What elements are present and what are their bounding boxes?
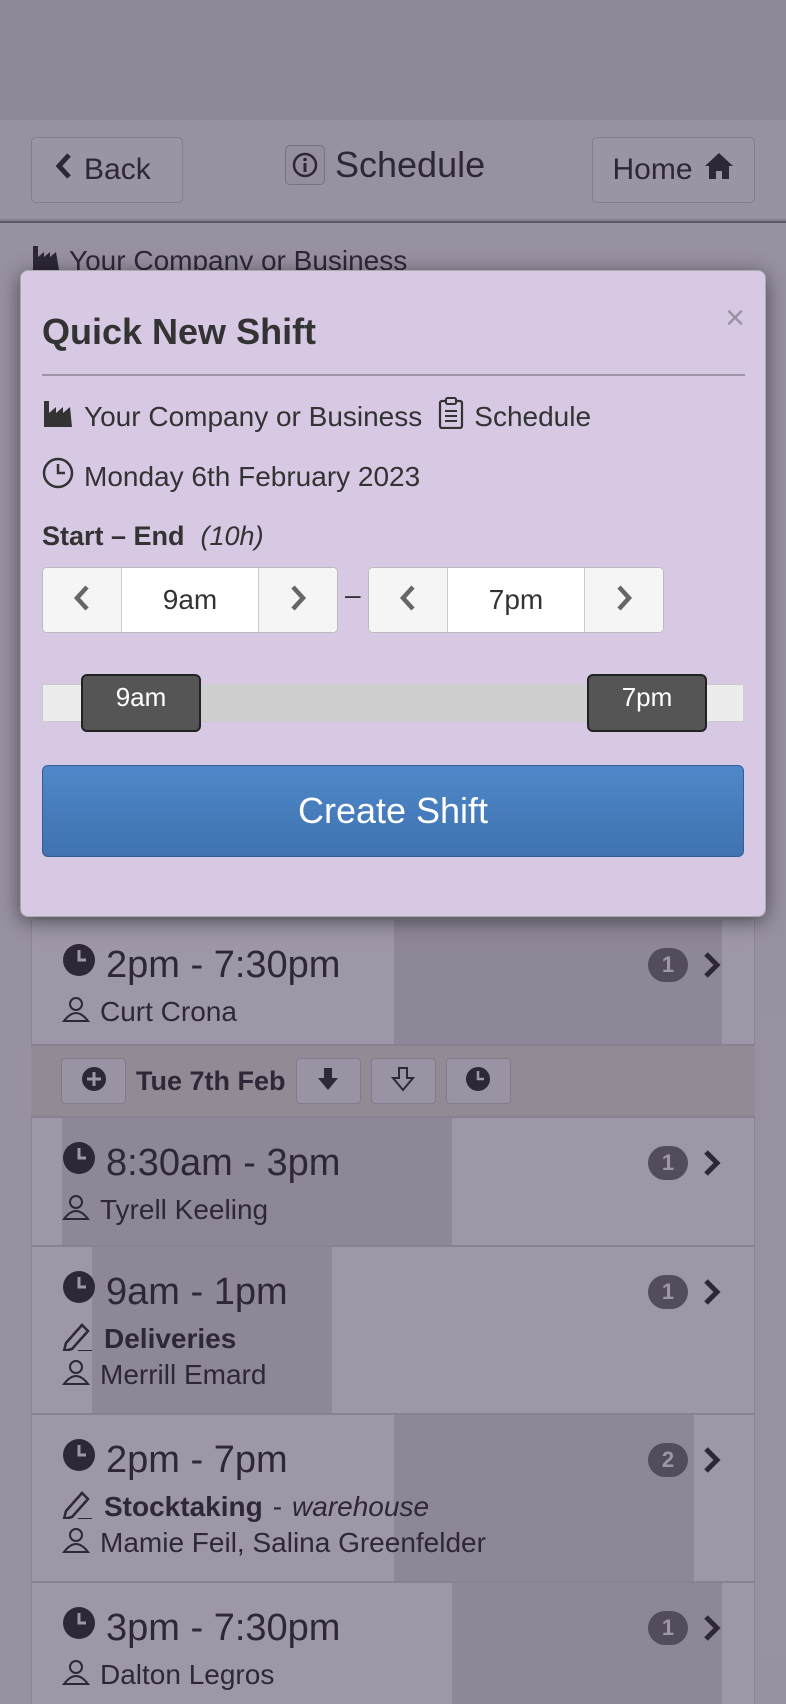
start-time-stepper: 9am [42,567,338,633]
factory-icon [42,398,74,435]
start-end-label: Start – End (10h) [42,521,264,552]
range-dash: – [345,579,361,610]
modal-date-text: Monday 6th February 2023 [84,460,421,492]
chevron-right-icon [288,584,308,617]
end-time-value[interactable]: 7pm [447,568,585,632]
end-increment-button[interactable] [584,568,663,632]
modal-title: Quick New Shift [42,311,317,352]
modal-schedule: Schedule [474,400,592,432]
slider-end-handle[interactable]: 7pm [587,674,707,732]
close-icon[interactable]: × [725,301,745,335]
end-time-stepper: 7pm [368,567,664,633]
slider-start-handle[interactable]: 9am [81,674,201,732]
modal-context: Your Company or Business Schedule [42,397,591,436]
clipboard-icon [438,397,464,436]
clock-outline-icon [42,457,74,496]
chevron-left-icon [398,584,418,617]
divider [42,374,745,376]
create-shift-button[interactable]: Create Shift [42,765,744,857]
duration-label: (10h) [200,521,264,551]
chevron-left-icon [72,584,92,617]
start-time-value[interactable]: 9am [121,568,259,632]
quick-new-shift-modal: Quick New Shift × Your Company or Busine… [20,270,766,917]
end-decrement-button[interactable] [369,568,448,632]
modal-date: Monday 6th February 2023 [42,457,420,496]
chevron-right-icon [614,584,634,617]
start-increment-button[interactable] [258,568,337,632]
modal-company: Your Company or Business [84,400,423,432]
range-label: Start – End [42,521,185,551]
start-decrement-button[interactable] [43,568,122,632]
slider-selected-range [171,684,621,722]
